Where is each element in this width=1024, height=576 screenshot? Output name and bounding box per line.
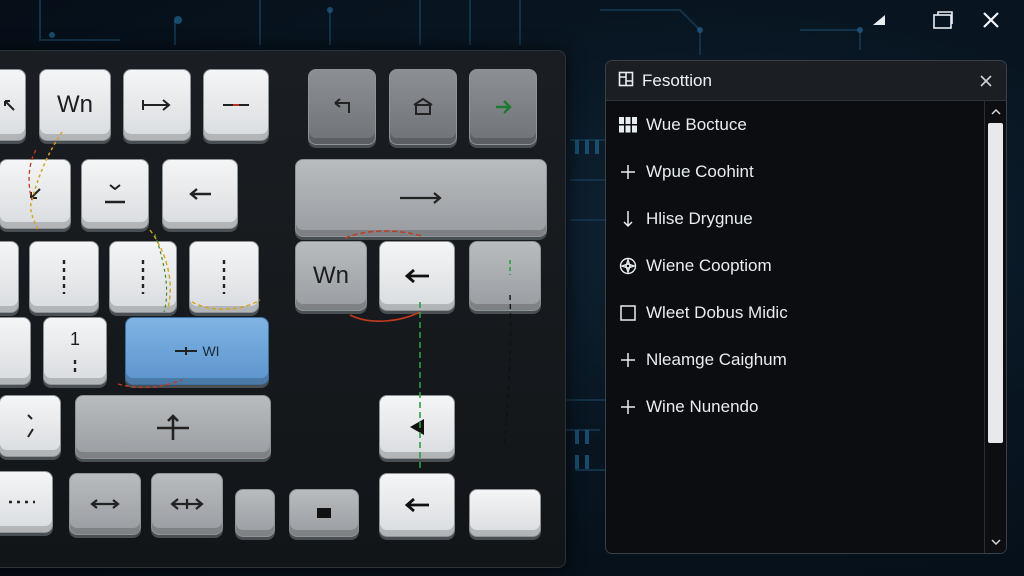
panel-item-label: Nleamge Caighum: [646, 349, 787, 369]
key-blank-grey-2[interactable]: [235, 489, 275, 537]
key-arrow-left-2[interactable]: [379, 241, 455, 311]
key-wn-top-label: Wn: [57, 91, 93, 118]
panel-item-1[interactable]: Wpue Coohint: [606, 148, 982, 195]
key-double-arrow-1[interactable]: [69, 473, 141, 535]
key-num-1[interactable]: 1: [43, 317, 107, 385]
panel-scrollbar[interactable]: [984, 101, 1006, 553]
key-home[interactable]: [389, 69, 457, 145]
panel-close-icon[interactable]: [976, 71, 996, 91]
panel-item-4[interactable]: Wleet Dobus Midic: [606, 289, 982, 336]
panel-item-label: Wine Nunendo: [646, 396, 759, 416]
key-dots-bottom[interactable]: [0, 471, 53, 533]
key-arrow-left-3[interactable]: [379, 473, 455, 537]
key-dots-1[interactable]: [0, 241, 19, 313]
side-panel: Fesottion Wue Boctuce Wpue Coohint Hlise…: [605, 60, 1007, 554]
panel-list: Wue Boctuce Wpue Coohint Hlise Drygnue W…: [606, 101, 982, 553]
key-slash[interactable]: [0, 395, 61, 457]
key-minus-v[interactable]: [81, 159, 149, 229]
keyboard: Wn Wn 1 WI: [0, 50, 566, 568]
scroll-thumb[interactable]: [988, 123, 1003, 443]
scroll-down-icon[interactable]: [985, 533, 1006, 551]
key-plus-wide[interactable]: [75, 395, 271, 459]
panel-item-label: Hlise Drygnue: [646, 208, 753, 228]
key-blue-wi[interactable]: WI: [125, 317, 269, 385]
plus-icon: [618, 162, 638, 182]
key-dots-2[interactable]: [29, 241, 99, 313]
panel-title: Fesottion: [642, 70, 712, 90]
panel-item-label: Wpue Coohint: [646, 161, 754, 181]
panel-item-2[interactable]: Hlise Drygnue: [606, 195, 982, 242]
plus-icon: [618, 350, 638, 370]
key-arrow-enter[interactable]: [308, 69, 376, 145]
key-blank-grey-1[interactable]: [469, 241, 541, 311]
panel-header: Fesottion: [606, 61, 1006, 101]
panel-item-label: Wue Boctuce: [646, 114, 747, 134]
key-arrow-upleft[interactable]: [0, 69, 26, 141]
panel-item-0[interactable]: Wue Boctuce: [606, 101, 982, 148]
panel-title-icon: [618, 71, 634, 91]
key-dash[interactable]: [203, 69, 269, 141]
key-arrow-left-1[interactable]: [162, 159, 238, 229]
scroll-up-icon[interactable]: [985, 103, 1006, 121]
key-wn-top[interactable]: Wn: [39, 69, 111, 141]
key-dots-3[interactable]: [109, 241, 177, 313]
key-blank-left-1[interactable]: [0, 317, 31, 385]
panel-item-5[interactable]: Nleamge Caighum: [606, 336, 982, 383]
restore-icon[interactable]: [930, 8, 956, 32]
grid-icon: [618, 115, 638, 135]
panel-item-label: Wleet Dobus Midic: [646, 302, 788, 322]
panel-item-label: Wiene Cooptiom: [646, 255, 772, 275]
close-icon[interactable]: [978, 8, 1004, 32]
compass-icon: [618, 256, 638, 276]
panel-item-6[interactable]: Wine Nunendo: [606, 383, 982, 430]
key-minus-block[interactable]: [289, 489, 359, 537]
key-num-1-label: 1: [69, 328, 80, 349]
key-triangle-left[interactable]: [379, 395, 455, 459]
key-dots-4[interactable]: [189, 241, 259, 313]
signal-icon[interactable]: [866, 8, 892, 32]
key-arrow-right-wide[interactable]: [295, 159, 547, 237]
down-arrow-icon: [618, 209, 638, 229]
key-double-arrow-2[interactable]: [151, 473, 223, 535]
panel-item-3[interactable]: Wiene Cooptiom: [606, 242, 982, 289]
key-blue-wi-label: WI: [202, 343, 220, 359]
key-wn-mid-label: Wn: [313, 262, 349, 289]
key-blank-right-bottom[interactable]: [469, 489, 541, 537]
square-icon: [618, 303, 638, 323]
plus-icon: [618, 397, 638, 417]
key-wn-mid[interactable]: Wn: [295, 241, 367, 311]
key-arrow-down-left[interactable]: [0, 159, 71, 229]
key-play[interactable]: [469, 69, 537, 145]
key-tab-right[interactable]: [123, 69, 191, 141]
